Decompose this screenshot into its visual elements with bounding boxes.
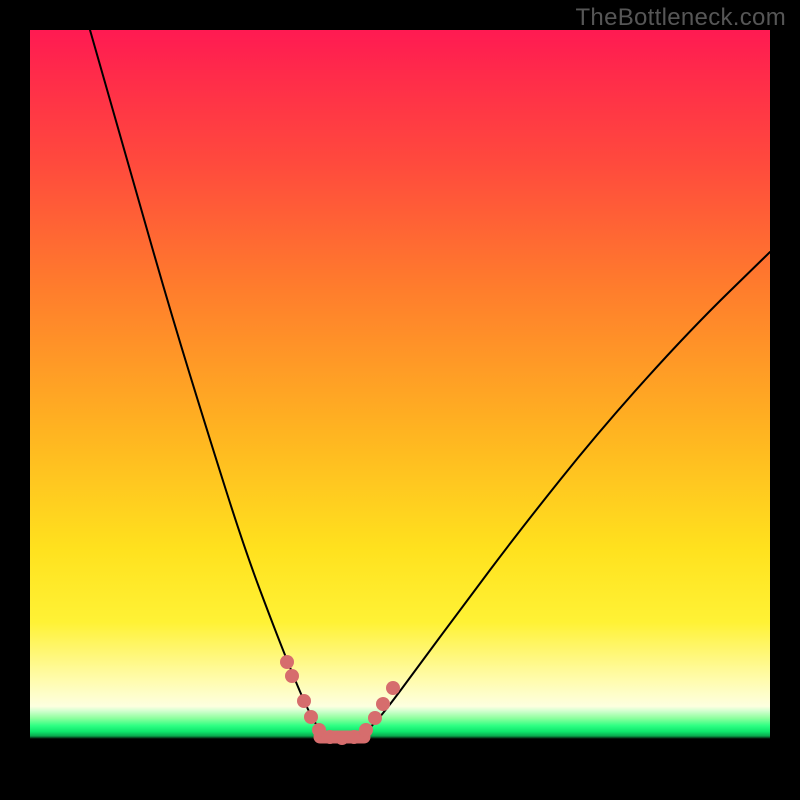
left-curve: [90, 30, 332, 738]
marker-dot: [285, 669, 299, 683]
marker-dot: [297, 694, 311, 708]
valley-markers: [280, 655, 400, 745]
marker-dot: [304, 710, 318, 724]
marker-dot: [323, 730, 337, 744]
curves-svg: [30, 30, 770, 770]
right-curve: [356, 252, 770, 738]
chart-container: TheBottleneck.com: [0, 0, 800, 800]
marker-dot: [347, 730, 361, 744]
marker-dot: [376, 697, 390, 711]
marker-dot: [359, 723, 373, 737]
marker-dot: [386, 681, 400, 695]
marker-dot: [368, 711, 382, 725]
marker-dot: [280, 655, 294, 669]
marker-dot: [335, 731, 349, 745]
watermark-text: TheBottleneck.com: [575, 4, 786, 32]
plot-area: [30, 30, 770, 770]
